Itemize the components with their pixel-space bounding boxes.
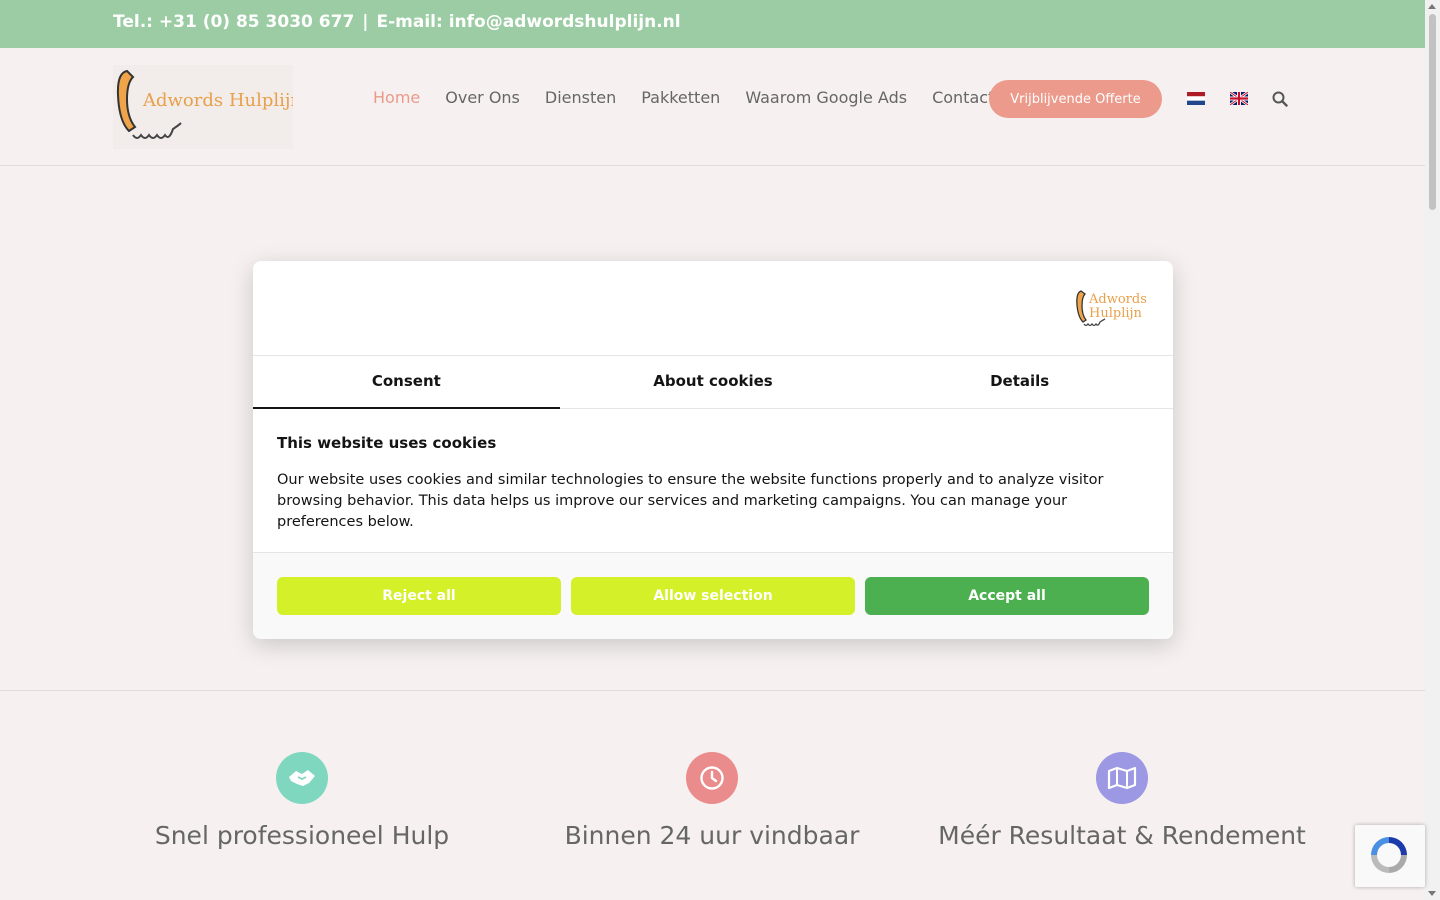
offerte-button[interactable]: Vrijblijvende Offerte [989,80,1162,118]
reject-all-button[interactable]: Reject all [277,577,561,615]
recaptcha-icon [1371,837,1407,873]
nav-item-waarom-google-ads[interactable]: Waarom Google Ads [745,88,907,107]
tab-details[interactable]: Details [866,356,1173,408]
main-nav: Home Over Ons Diensten Pakketten Waarom … [373,88,1019,107]
recaptcha-badge[interactable] [1355,825,1425,887]
search-icon[interactable] [1272,91,1288,107]
scrollbar-thumb[interactable] [1429,14,1436,210]
site-header: Adwords Hulplijn Home Over Ons Diensten … [0,48,1425,166]
nav-item-home[interactable]: Home [373,88,420,107]
logo-text: Adwords Hulplijn [142,90,293,111]
nav-item-diensten[interactable]: Diensten [545,88,616,107]
scroll-up-arrow-icon[interactable] [1428,4,1436,9]
section-divider [0,690,1425,691]
page-scrollbar[interactable] [1425,0,1440,900]
cookie-title: This website uses cookies [277,434,497,452]
cookie-actions: Reject all Allow selection Accept all [253,552,1173,639]
flag-nl-icon[interactable] [1187,92,1205,105]
nav-item-over-ons[interactable]: Over Ons [445,88,520,107]
map-icon [1096,752,1148,804]
brand-text-line1: Adwords [1088,292,1147,307]
cookie-brand-logo: Adwords Hulplijn [1076,290,1147,327]
feature-resultaat: Méér Resultaat & Rendement [912,752,1332,850]
feature-title: Méér Resultaat & Rendement [938,821,1306,850]
tab-consent[interactable]: Consent [253,356,560,409]
feature-24-uur: Binnen 24 uur vindbaar [502,752,922,850]
handshake-icon [276,752,328,804]
phone-link[interactable]: Tel.: +31 (0) 85 3030 677 [113,12,354,32]
top-contact-bar: Tel.: +31 (0) 85 3030 677 | E-mail: info@a… [0,0,1425,48]
cookie-tabs: Consent About cookies Details [253,355,1173,409]
nav-item-pakketten[interactable]: Pakketten [641,88,720,107]
nav-item-contact[interactable]: Contact [932,88,994,107]
accept-all-button[interactable]: Accept all [865,577,1149,615]
brand-text-line2: Hulplijn [1089,306,1143,321]
feature-title: Binnen 24 uur vindbaar [564,821,860,850]
contact-info: Tel.: +31 (0) 85 3030 677 | E-mail: info@a… [113,12,681,32]
feature-snel-hulp: Snel professioneel Hulp [92,752,512,850]
logo-phone-icon: Adwords Hulplijn [113,65,303,149]
tab-about-cookies[interactable]: About cookies [560,356,867,408]
clock-icon [686,752,738,804]
site-logo[interactable]: Adwords Hulplijn [113,65,303,149]
flag-uk-icon[interactable] [1230,92,1248,105]
feature-title: Snel professioneel Hulp [154,821,450,850]
cookie-consent-dialog: Adwords Hulplijn Consent About cookies D… [253,261,1173,639]
email-link[interactable]: E-mail: info@adwordshulplijn.nl [377,12,681,32]
scroll-down-arrow-icon[interactable] [1428,891,1436,896]
allow-selection-button[interactable]: Allow selection [571,577,855,615]
cookie-description: Our website uses cookies and similar tec… [277,472,1104,530]
contact-separator: | [362,12,369,32]
